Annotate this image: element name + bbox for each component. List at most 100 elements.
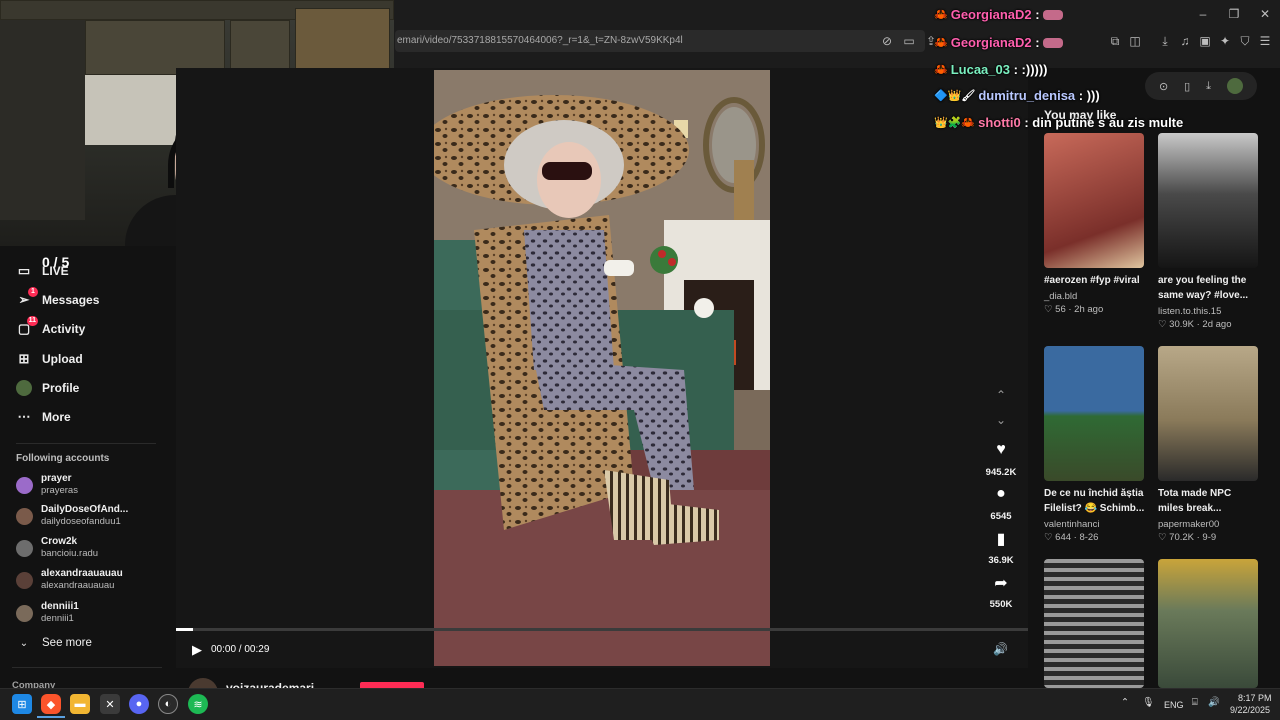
network-icon[interactable]: ⌸ bbox=[1192, 697, 1198, 708]
following-accounts-title: Following accounts bbox=[16, 453, 110, 464]
comment-icon[interactable]: ● bbox=[986, 485, 1016, 503]
extensions-icon[interactable]: ⧉ bbox=[1108, 34, 1122, 48]
video-stats: ♡ 70.2K · 9-9 bbox=[1158, 532, 1217, 543]
video-caption[interactable]: Tota made NPC bbox=[1158, 487, 1262, 501]
video-caption[interactable]: De ce nu închid ăștia bbox=[1044, 487, 1148, 501]
clock-time[interactable]: 8:17 PM bbox=[1238, 693, 1272, 703]
share-icon[interactable]: ➦ bbox=[986, 573, 1016, 593]
address-bar[interactable]: emari/video/7533718815570464006?_r=1&_t=… bbox=[395, 30, 925, 52]
video-frame[interactable] bbox=[434, 70, 770, 666]
maximize-button[interactable]: ❐ bbox=[1227, 7, 1241, 21]
wallet-icon[interactable]: ▣ bbox=[1198, 34, 1212, 48]
spotify-icon[interactable]: ≋ bbox=[188, 694, 208, 714]
nav-upload[interactable]: ⊞ Upload bbox=[16, 348, 83, 370]
chat-text: din putine s au zis multe bbox=[1032, 115, 1184, 130]
share-count: 550K bbox=[989, 599, 1013, 610]
video-caption-line2[interactable]: miles break... bbox=[1158, 502, 1262, 516]
chat-badges: 👑🧩🦀 bbox=[934, 117, 976, 129]
video-author[interactable]: listen.to.this.15 bbox=[1158, 306, 1221, 317]
xbox-icon[interactable]: ✕ bbox=[100, 694, 120, 714]
menu-icon[interactable]: ☰ bbox=[1258, 34, 1272, 48]
nav-live[interactable]: ▭ LIVE bbox=[16, 260, 69, 282]
video-author[interactable]: valentinhanci bbox=[1044, 519, 1099, 530]
video-thumbnail[interactable] bbox=[1044, 559, 1144, 688]
account-name: denniii1 bbox=[41, 601, 79, 612]
progress-bar[interactable] bbox=[176, 628, 1028, 631]
file-explorer-icon[interactable]: ▬ bbox=[70, 694, 90, 714]
download-icon[interactable]: ⤓ bbox=[1206, 80, 1211, 93]
following-account[interactable]: denniii1 denniii1 bbox=[16, 599, 79, 627]
close-button[interactable]: ✕ bbox=[1258, 7, 1272, 21]
download-icon[interactable]: ⤓ bbox=[1158, 34, 1172, 48]
nav-profile[interactable]: Profile bbox=[16, 377, 79, 399]
reader-mode-icon[interactable]: ⊘ bbox=[880, 34, 894, 48]
account-handle: bancioiu.radu bbox=[41, 548, 99, 559]
video-caption-line2[interactable]: Filelist? 😂 Schimb... bbox=[1044, 502, 1148, 516]
chat-username: GeorgianaD2 bbox=[950, 35, 1032, 50]
following-account[interactable]: Crow2k bancioiu.radu bbox=[16, 534, 98, 562]
utility-pill: ⊙ ▯ ⤓ bbox=[1145, 72, 1257, 100]
nav-label: Activity bbox=[42, 322, 86, 336]
next-video-button[interactable]: ⌄ bbox=[992, 413, 1010, 427]
chat-text: ))) bbox=[1086, 88, 1100, 103]
avatar bbox=[16, 476, 33, 494]
following-account[interactable]: alexandraauauau alexandraauauau bbox=[16, 566, 123, 594]
user-avatar[interactable] bbox=[1226, 78, 1243, 94]
following-account[interactable]: DailyDoseOfAnd... dailydoseofanduu1 bbox=[16, 502, 128, 530]
brave-browser-icon[interactable]: ◆ bbox=[41, 694, 61, 714]
video-thumbnail[interactable] bbox=[1158, 346, 1258, 481]
like-count: 945.2K bbox=[985, 467, 1017, 478]
see-more-button[interactable]: ⌄ See more bbox=[16, 632, 92, 654]
messages-badge: 1 bbox=[28, 287, 38, 297]
emote-icon bbox=[1043, 37, 1064, 48]
active-app-indicator bbox=[37, 716, 65, 718]
heart-icon[interactable]: ♥ bbox=[986, 441, 1016, 459]
chat-badges: 🦀 bbox=[934, 9, 948, 21]
video-author[interactable]: _dia.bld bbox=[1044, 291, 1077, 302]
discord-icon[interactable]: ● bbox=[129, 694, 149, 714]
video-caption[interactable]: #aerozen #fyp #viral bbox=[1044, 274, 1148, 288]
clock-date[interactable]: 9/22/2025 bbox=[1230, 705, 1270, 715]
windows-start-icon[interactable]: ⊞ bbox=[12, 694, 32, 714]
video-author[interactable]: papermaker00 bbox=[1158, 519, 1219, 530]
shield-icon[interactable]: ⛉ bbox=[1238, 34, 1252, 48]
volume-icon[interactable]: 🔊 bbox=[993, 642, 1008, 656]
nav-label: LIVE bbox=[42, 264, 69, 278]
video-thumbnail[interactable] bbox=[1158, 559, 1258, 688]
nav-more[interactable]: ⋯ More bbox=[16, 406, 71, 428]
music-icon[interactable]: ♫ bbox=[1178, 34, 1192, 48]
screen-cast-icon[interactable]: ▭ bbox=[902, 34, 916, 48]
video-thumbnail[interactable] bbox=[1158, 133, 1258, 268]
messages-icon: ➢ 1 bbox=[16, 287, 38, 308]
obs-icon[interactable]: ◐ bbox=[158, 694, 178, 714]
chevron-up-icon[interactable]: ⌃ bbox=[1121, 697, 1129, 708]
video-caption-line2[interactable]: same way? #love... bbox=[1158, 289, 1262, 303]
following-account[interactable]: prayer prayeras bbox=[16, 471, 78, 499]
device-icon[interactable]: ▯ bbox=[1184, 80, 1190, 93]
nav-label: Upload bbox=[42, 352, 83, 366]
video-thumbnail[interactable] bbox=[1044, 346, 1144, 481]
nav-activity[interactable]: ▢ 11 Activity bbox=[16, 316, 86, 340]
video-thumbnail[interactable] bbox=[1044, 133, 1144, 268]
settings-icon[interactable]: ⊙ bbox=[1159, 80, 1168, 93]
minimize-button[interactable]: – bbox=[1196, 7, 1210, 21]
play-icon[interactable]: ▶ bbox=[192, 642, 202, 658]
upload-icon: ⊞ bbox=[18, 351, 30, 366]
chat-username: GeorgianaD2 bbox=[950, 7, 1032, 22]
nav-messages[interactable]: ➢ 1 Messages bbox=[16, 287, 99, 311]
chat-username: Lucaa_03 bbox=[950, 62, 1010, 77]
volume-tray-icon[interactable]: 🔊 bbox=[1208, 697, 1220, 708]
ai-icon[interactable]: ✦ bbox=[1218, 34, 1232, 48]
microphone-icon[interactable]: 🎙 bbox=[1142, 697, 1154, 708]
cabinet bbox=[230, 20, 290, 75]
sidebar-icon[interactable]: ◫ bbox=[1128, 34, 1142, 48]
nav-label: Profile bbox=[42, 381, 80, 395]
video-caption[interactable]: are you feeling the bbox=[1158, 274, 1262, 288]
language-indicator[interactable]: ENG bbox=[1164, 700, 1184, 710]
account-handle: alexandraauauau bbox=[41, 580, 115, 591]
video-stats: ♡ 56 · 2h ago bbox=[1044, 304, 1104, 315]
progress-fill bbox=[176, 628, 193, 631]
previous-video-button[interactable]: ⌃ bbox=[992, 388, 1010, 402]
bookmark-icon[interactable]: ▮ bbox=[986, 529, 1016, 549]
divider bbox=[12, 667, 162, 668]
